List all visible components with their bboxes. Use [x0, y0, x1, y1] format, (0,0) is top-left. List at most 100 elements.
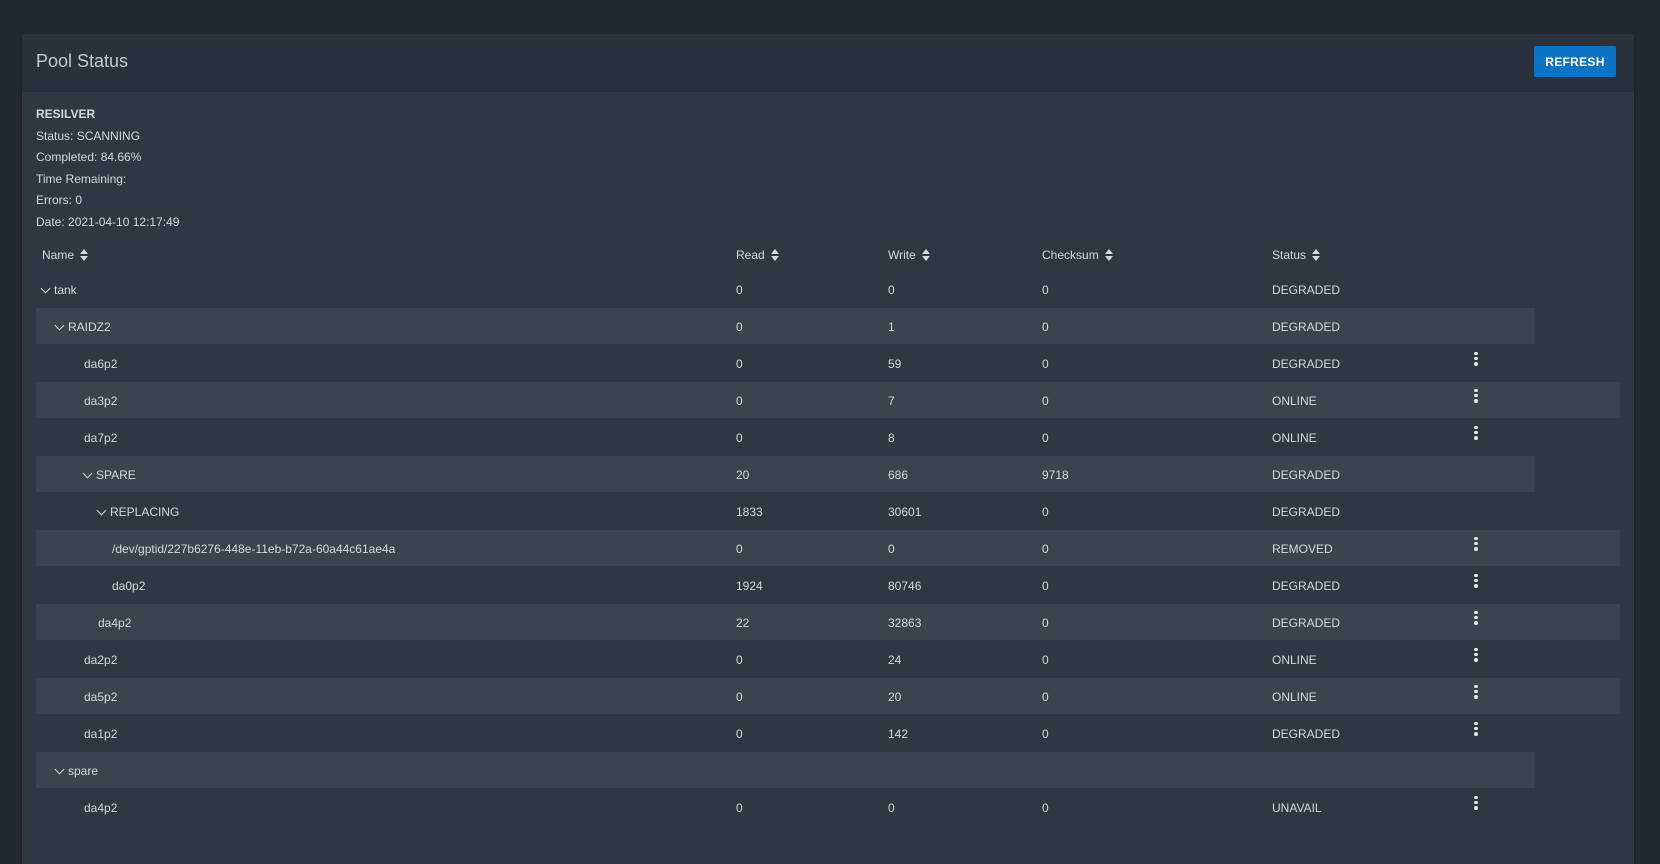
pool-status-card: Pool Status REFRESH RESILVER Status: SCA…	[22, 34, 1634, 864]
row-background	[36, 789, 1620, 825]
kebab-dot	[1474, 615, 1478, 620]
row-name: da2p2	[84, 653, 118, 667]
column-header-label: Status	[1272, 248, 1307, 262]
row-checksum: 0	[1042, 727, 1049, 741]
row-checksum: 0	[1042, 653, 1049, 667]
kebab-dot	[1474, 689, 1478, 694]
row-name-cell: spare	[54, 764, 99, 778]
row-status: REMOVED	[1272, 542, 1333, 556]
scan-date: Date: 2021-04-10 12:17:49	[36, 214, 180, 229]
table-row[interactable]: da5p2 0 20 0 ONLINE	[36, 678, 1620, 715]
kebab-dot	[1474, 731, 1478, 736]
row-write: 32863	[888, 616, 922, 630]
row-checksum: 0	[1042, 357, 1049, 371]
chevron-down-icon[interactable]	[96, 505, 107, 515]
more-vert-icon[interactable]	[1471, 572, 1481, 592]
row-name-cell: da6p2	[84, 357, 117, 371]
kebab-dot	[1474, 684, 1478, 689]
column-header-name[interactable]: Name	[42, 248, 89, 262]
row-name-cell: da2p2	[84, 653, 117, 667]
kebab-dot	[1474, 726, 1478, 731]
sort-icon[interactable]	[770, 249, 779, 261]
kebab-dot	[1474, 721, 1478, 726]
more-vert-icon[interactable]	[1471, 720, 1481, 740]
table-row[interactable]: /dev/gptid/227b6276-448e-11eb-b72a-60a44…	[36, 530, 1620, 567]
table-row[interactable]: da4p2 0 0 0 UNAVAIL	[36, 789, 1620, 826]
row-write: 80746	[888, 579, 922, 593]
row-name: da4p2	[98, 616, 132, 630]
chevron-down-icon[interactable]	[82, 468, 93, 478]
table-row[interactable]: da4p2 22 32863 0 DEGRADED	[36, 604, 1620, 641]
table-row[interactable]: da1p2 0 142 0 DEGRADED	[36, 715, 1620, 752]
row-name: REPLACING	[110, 505, 180, 519]
column-header-read[interactable]: Read	[736, 248, 779, 262]
row-read: 1833	[736, 505, 763, 519]
row-status: DEGRADED	[1272, 727, 1341, 741]
row-read: 1924	[736, 579, 763, 593]
row-read: 0	[736, 320, 743, 334]
row-background	[36, 382, 1620, 418]
more-vert-icon[interactable]	[1471, 646, 1481, 666]
kebab-dot	[1474, 425, 1478, 430]
sort-icon[interactable]	[80, 249, 89, 261]
table-row[interactable]: REPLACING 1833 30601 0 DEGRADED	[36, 493, 1620, 530]
chevron-down-icon[interactable]	[54, 764, 65, 774]
kebab-dot	[1474, 573, 1478, 578]
more-vert-icon[interactable]	[1471, 387, 1481, 407]
row-write: 24	[888, 653, 902, 667]
row-checksum: 0	[1042, 505, 1049, 519]
row-read: 0	[736, 542, 743, 556]
column-header-status[interactable]: Status	[1272, 248, 1321, 262]
table-row[interactable]: da2p2 0 24 0 ONLINE	[36, 641, 1620, 678]
more-vert-icon[interactable]	[1471, 350, 1481, 370]
table-row[interactable]: da6p2 0 59 0 DEGRADED	[36, 345, 1620, 382]
column-header-label: Read	[736, 248, 765, 262]
row-background	[36, 567, 1620, 603]
table-row[interactable]: da7p2 0 8 0 ONLINE	[36, 419, 1620, 456]
refresh-button[interactable]: REFRESH	[1534, 46, 1616, 77]
more-vert-icon[interactable]	[1471, 609, 1481, 629]
more-vert-icon[interactable]	[1471, 424, 1481, 444]
row-name: RAIDZ2	[68, 320, 111, 334]
sort-icon[interactable]	[921, 249, 930, 261]
table-row[interactable]: da3p2 0 7 0 ONLINE	[36, 382, 1620, 419]
row-read: 0	[736, 283, 743, 297]
row-name-cell: da7p2	[84, 431, 117, 445]
kebab-dot	[1474, 356, 1478, 361]
row-write: 8	[888, 431, 895, 445]
sort-icon[interactable]	[1104, 249, 1113, 261]
row-write: 0	[888, 283, 895, 297]
table-row[interactable]: spare	[36, 752, 1620, 789]
row-status: ONLINE	[1272, 394, 1317, 408]
kebab-dot	[1474, 393, 1478, 398]
row-status: DEGRADED	[1272, 579, 1341, 593]
more-vert-icon[interactable]	[1471, 794, 1481, 814]
row-checksum: 0	[1042, 320, 1049, 334]
row-checksum: 0	[1042, 283, 1049, 297]
row-write: 1	[888, 320, 895, 334]
sort-icon[interactable]	[1312, 249, 1321, 261]
chevron-down-icon[interactable]	[40, 283, 51, 293]
table-row[interactable]: RAIDZ2 0 1 0 DEGRADED	[36, 308, 1620, 345]
kebab-dot	[1474, 430, 1478, 435]
chevron-down-icon[interactable]	[54, 320, 65, 330]
scan-status: Status: SCANNING	[36, 128, 141, 143]
kebab-dot	[1474, 795, 1478, 800]
column-header-label: Write	[888, 248, 916, 262]
kebab-dot	[1474, 652, 1478, 657]
row-name: spare	[68, 764, 99, 778]
more-vert-icon[interactable]	[1471, 683, 1481, 703]
row-name-cell: da5p2	[84, 690, 117, 704]
row-read: 20	[736, 468, 750, 482]
scan-time-remaining: Time Remaining:	[36, 171, 127, 186]
column-header-write[interactable]: Write	[888, 248, 930, 262]
kebab-dot	[1474, 361, 1478, 366]
column-header-checksum[interactable]: Checksum	[1042, 248, 1113, 262]
kebab-dot	[1474, 578, 1478, 583]
kebab-dot	[1474, 620, 1478, 625]
card-header: Pool Status REFRESH	[22, 34, 1634, 92]
more-vert-icon[interactable]	[1471, 535, 1481, 555]
table-row[interactable]: tank 0 0 0 DEGRADED	[36, 271, 1620, 308]
table-row[interactable]: da0p2 1924 80746 0 DEGRADED	[36, 567, 1620, 604]
table-row[interactable]: SPARE 20 686 9718 DEGRADED	[36, 456, 1620, 493]
